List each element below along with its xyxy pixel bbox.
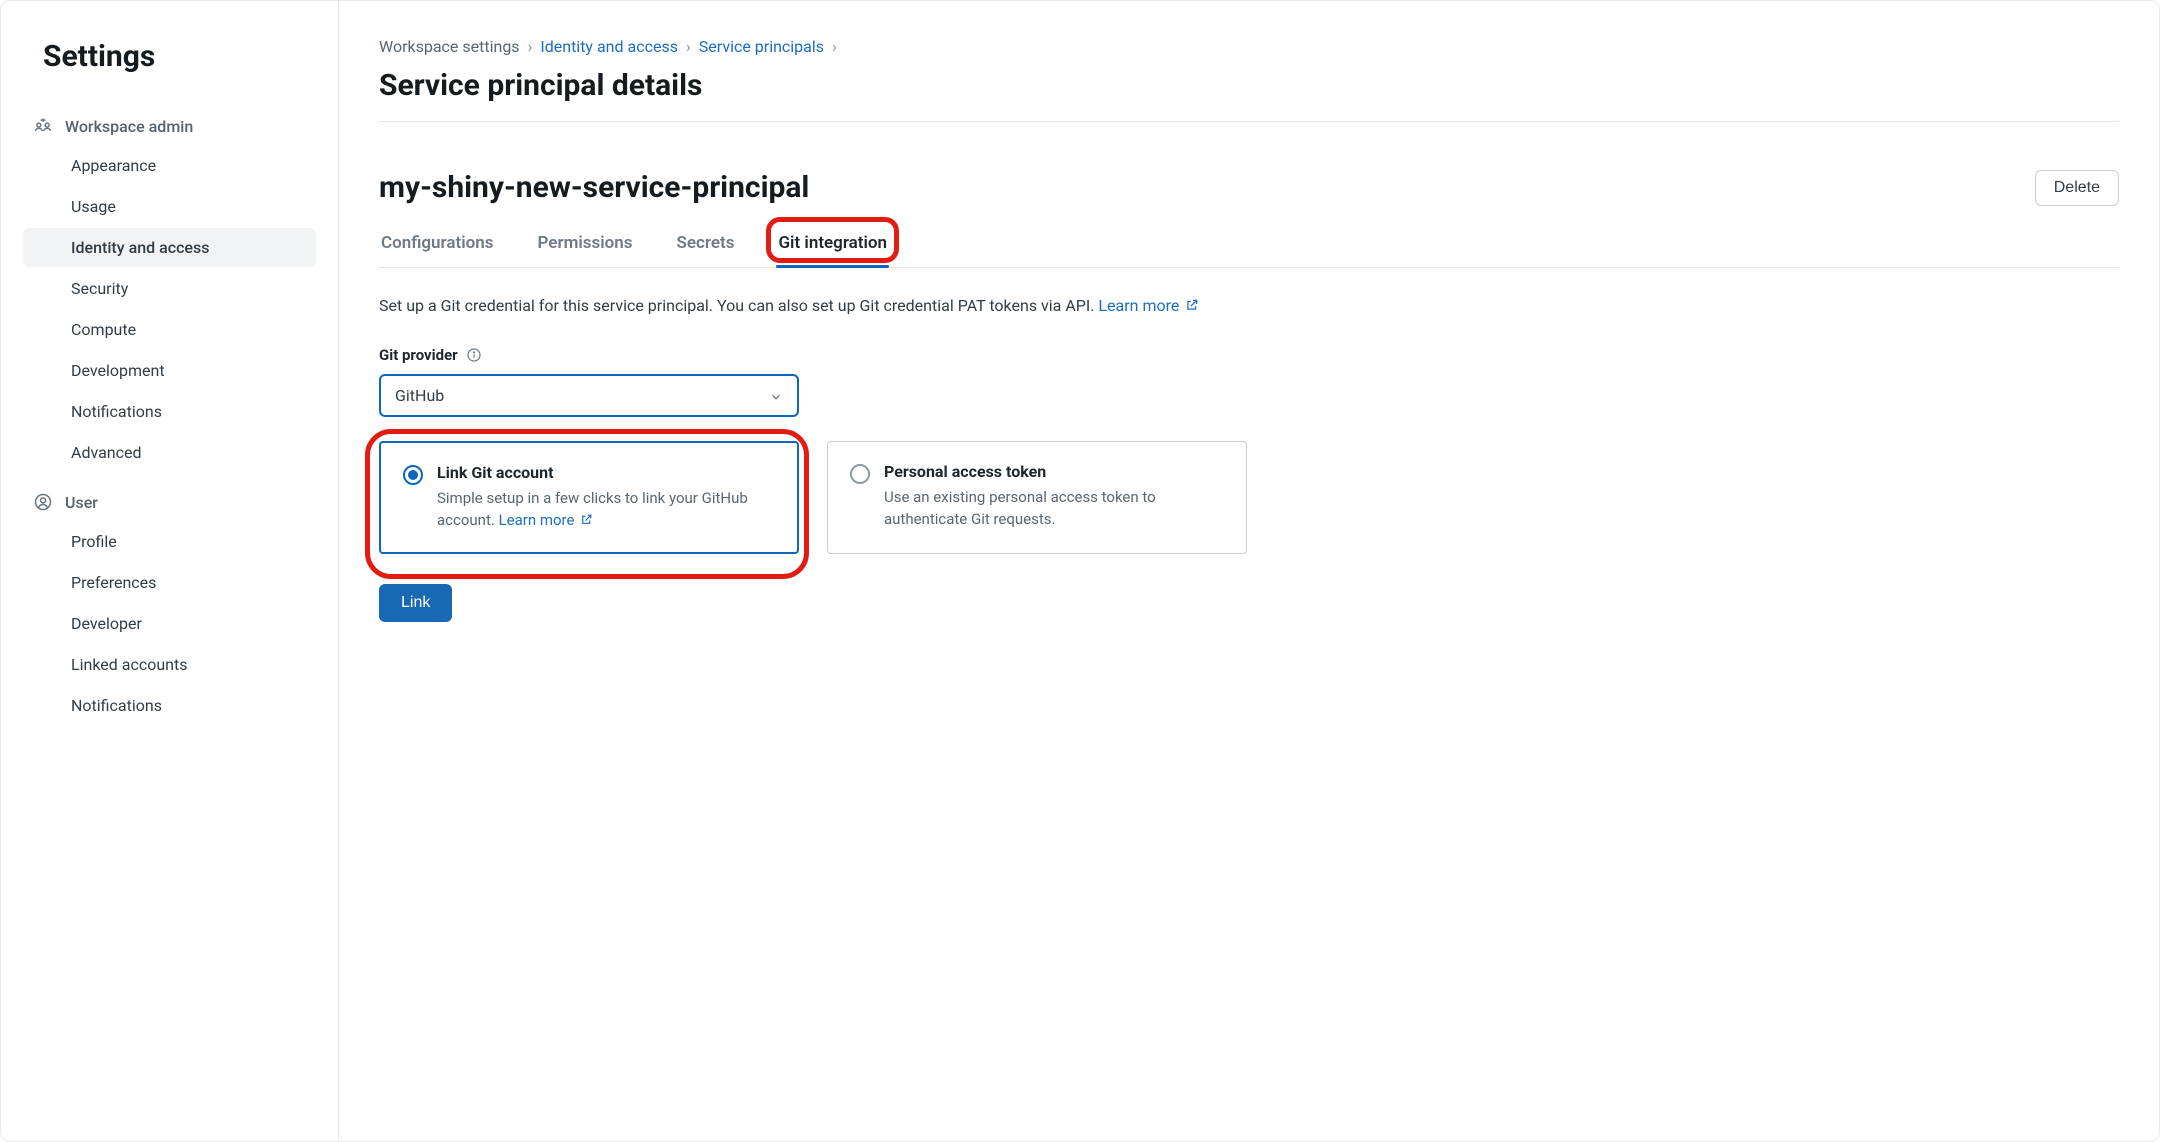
page-title: Service principal details xyxy=(379,68,2119,103)
sidebar-item-notifications-user[interactable]: Notifications xyxy=(23,686,316,725)
chevron-down-icon xyxy=(769,389,783,403)
sidebar-item-identity-and-access[interactable]: Identity and access xyxy=(23,228,316,267)
learn-more-link[interactable]: Learn more xyxy=(1098,296,1199,315)
tabs: Configurations Permissions Secrets Git i… xyxy=(379,225,2119,268)
option-title: Personal access token xyxy=(884,462,1224,481)
sidebar-title: Settings xyxy=(43,39,316,74)
git-provider-label: Git provider xyxy=(379,346,2119,364)
nav-section-header: User xyxy=(23,484,316,520)
link-button[interactable]: Link xyxy=(379,584,452,622)
learn-more-link[interactable]: Learn more xyxy=(499,511,595,529)
sidebar-item-preferences[interactable]: Preferences xyxy=(23,563,316,602)
sidebar-item-notifications-ws[interactable]: Notifications xyxy=(23,392,316,431)
nav-section-label: User xyxy=(65,493,98,512)
tab-configurations[interactable]: Configurations xyxy=(379,225,496,267)
delete-button[interactable]: Delete xyxy=(2035,170,2119,206)
chevron-right-icon: › xyxy=(832,37,837,56)
radio-icon xyxy=(403,465,423,485)
sidebar-item-security[interactable]: Security xyxy=(23,269,316,308)
main-content: Workspace settings › Identity and access… xyxy=(339,1,2159,1141)
user-icon xyxy=(33,492,53,512)
sidebar-item-development[interactable]: Development xyxy=(23,351,316,390)
nav-section-user: User Profile Preferences Developer Linke… xyxy=(23,484,316,725)
option-title: Link Git account xyxy=(437,463,775,482)
option-link-git-account[interactable]: Link Git account Simple setup in a few c… xyxy=(379,441,799,554)
nav-section-header: Workspace admin xyxy=(23,108,316,144)
sidebar-item-linked-accounts[interactable]: Linked accounts xyxy=(23,645,316,684)
breadcrumb: Workspace settings › Identity and access… xyxy=(379,37,2119,56)
nav-section-label: Workspace admin xyxy=(65,117,193,136)
settings-sidebar: Settings Workspace admin Appearance Usag… xyxy=(1,1,339,1141)
external-link-icon xyxy=(1185,295,1199,309)
sidebar-item-developer[interactable]: Developer xyxy=(23,604,316,643)
sidebar-item-profile[interactable]: Profile xyxy=(23,522,316,561)
divider xyxy=(379,121,2119,122)
option-desc: Use an existing personal access token to… xyxy=(884,487,1224,531)
sidebar-item-compute[interactable]: Compute xyxy=(23,310,316,349)
sidebar-item-usage[interactable]: Usage xyxy=(23,187,316,226)
external-link-icon xyxy=(580,511,594,525)
tab-git-integration[interactable]: Git integration xyxy=(776,225,889,267)
git-provider-value: GitHub xyxy=(395,386,444,405)
tab-permissions[interactable]: Permissions xyxy=(536,225,635,267)
nav-section-workspace-admin: Workspace admin Appearance Usage Identit… xyxy=(23,108,316,472)
breadcrumb-item[interactable]: Identity and access xyxy=(540,37,678,56)
option-desc: Simple setup in a few clicks to link you… xyxy=(437,488,775,532)
workspace-admin-icon xyxy=(33,116,53,136)
git-description: Set up a Git credential for this service… xyxy=(379,294,2119,318)
breadcrumb-item: Workspace settings xyxy=(379,37,520,56)
radio-icon xyxy=(850,464,870,484)
sidebar-item-advanced[interactable]: Advanced xyxy=(23,433,316,472)
entity-name: my-shiny-new-service-principal xyxy=(379,170,809,205)
git-credential-options: Link Git account Simple setup in a few c… xyxy=(379,441,2119,554)
tab-secrets[interactable]: Secrets xyxy=(675,225,737,267)
git-provider-select[interactable]: GitHub xyxy=(379,374,799,417)
chevron-right-icon: › xyxy=(528,37,533,56)
breadcrumb-item[interactable]: Service principals xyxy=(699,37,824,56)
option-personal-access-token[interactable]: Personal access token Use an existing pe… xyxy=(827,441,1247,554)
info-icon xyxy=(466,347,482,363)
chevron-right-icon: › xyxy=(686,37,691,56)
sidebar-item-appearance[interactable]: Appearance xyxy=(23,146,316,185)
